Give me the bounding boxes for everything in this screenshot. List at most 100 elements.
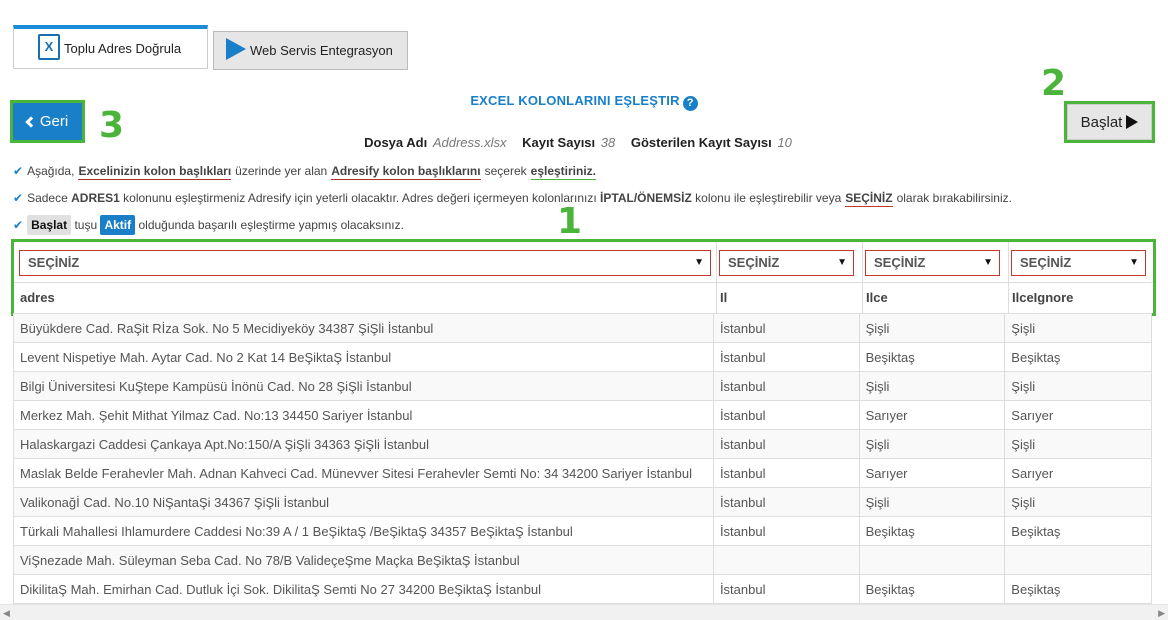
instruction-text: kolonunu eşleştirmeniz Adresify için yet… — [123, 191, 597, 205]
tab-label: Toplu Adres Doğrula — [64, 41, 182, 56]
table-cell: Şişli — [1004, 371, 1152, 401]
tab-web-service-integration[interactable]: Web Servis Entegrasyon — [213, 31, 408, 70]
table-cell: Şişli — [1004, 313, 1152, 343]
table-cell: İstanbul — [712, 342, 860, 372]
instruction-text: üzerinde yer alan — [235, 164, 328, 178]
table-row: Merkez Mah. Şehit Mithat Yilmaz Cad. No:… — [13, 400, 1152, 430]
table-cell: Beşiktaş — [858, 516, 1006, 546]
column-select-il[interactable]: SEÇİNİZ ▼ — [719, 250, 854, 276]
column-header-il: Il — [720, 290, 728, 305]
check-icon: ✔ — [13, 218, 24, 232]
table-cell: Halaskargazi Caddesi Çankaya Apt.No:150/… — [13, 429, 714, 459]
table-cell: Levent Nispetiye Mah. Aytar Cad. No 2 Ka… — [13, 342, 714, 372]
table-cell: Beşiktaş — [1004, 516, 1152, 546]
column-header-ilce: Ilce — [866, 290, 888, 305]
active-pill: Aktif — [100, 215, 136, 235]
instruction-highlight: Excelinizin kolon başlıkları — [78, 164, 232, 180]
column-select-ilce[interactable]: SEÇİNİZ ▼ — [865, 250, 1000, 276]
shown-count-label: Gösterilen Kayıt Sayısı — [630, 135, 772, 150]
check-icon: ✔ — [13, 191, 24, 205]
section-title: EXCEL KOLONLARINI EŞLEŞTIR? — [0, 93, 1168, 111]
table-cell: Beşiktaş — [858, 574, 1006, 604]
horizontal-scrollbar[interactable]: ◀ ▶ — [0, 604, 1168, 620]
instruction-text: kolonu ile eşleştirebilir veya — [695, 191, 842, 205]
table-row: Bilgi Üniversitesi KuŞtepe Kampüsü İnönü… — [13, 371, 1152, 401]
instruction-text: tuşu — [74, 218, 98, 232]
table-row: ViŞnezade Mah. Süleyman Seba Cad. No 78/… — [13, 545, 1152, 575]
preview-table: Büyükdere Cad. RaŞit Rİza Sok. No 5 Meci… — [13, 313, 1152, 604]
table-cell: İstanbul — [712, 429, 860, 459]
column-select-ilceignore[interactable]: SEÇİNİZ ▼ — [1011, 250, 1146, 276]
table-cell: ViŞnezade Mah. Süleyman Seba Cad. No 78/… — [13, 545, 714, 575]
table-cell: Bilgi Üniversitesi KuŞtepe Kampüsü İnönü… — [13, 371, 714, 401]
scroll-left-icon[interactable]: ◀ — [3, 608, 10, 619]
instruction-text: Sadece — [27, 191, 68, 205]
table-cell: Beşiktaş — [1004, 574, 1152, 604]
help-icon[interactable]: ? — [682, 96, 698, 111]
divider — [862, 242, 863, 313]
table-cell: Valikonağİ Cad. No.10 NiŞantaŞi 34367 Şi… — [13, 487, 714, 517]
table-cell: Şişli — [858, 429, 1006, 459]
table-cell: Şişli — [858, 487, 1006, 517]
start-button-label: Başlat — [1080, 113, 1123, 131]
caret-down-icon: ▼ — [837, 257, 847, 268]
callout-number-2: 2 — [1041, 63, 1067, 104]
instruction-bold: ADRES1 — [71, 191, 120, 205]
table-cell: İstanbul — [712, 371, 860, 401]
table-cell: Sarıyer — [858, 400, 1006, 430]
table-row: Büyükdere Cad. RaŞit Rİza Sok. No 5 Meci… — [13, 313, 1152, 343]
table-cell — [1004, 545, 1152, 575]
table-row: Levent Nispetiye Mah. Aytar Cad. No 2 Ka… — [13, 342, 1152, 372]
table-cell: Şişli — [1004, 487, 1152, 517]
divider — [14, 282, 1153, 283]
excel-file-icon: X — [38, 33, 60, 60]
table-row: Türkali Mahallesi Ihlamurdere Caddesi No… — [13, 516, 1152, 546]
instruction-text: olarak bırakabilirsiniz. — [896, 191, 1012, 205]
tab-label: Web Servis Entegrasyon — [250, 43, 393, 58]
caret-down-icon: ▼ — [983, 257, 993, 268]
table-cell: İstanbul — [712, 458, 860, 488]
table-row: Halaskargazi Caddesi Çankaya Apt.No:150/… — [13, 429, 1152, 459]
instruction-text: olduğunda başarılı eşleştirme yapmış ola… — [138, 218, 404, 232]
file-name-label: Dosya Adı — [364, 135, 428, 150]
tab-bulk-address-validate[interactable]: X Toplu Adres Doğrula — [13, 25, 208, 69]
table-cell: Sarıyer — [1004, 400, 1152, 430]
table-cell: Şişli — [1004, 429, 1152, 459]
table-row: DikilitaŞ Mah. Emirhan Cad. Dutluk İçi S… — [13, 574, 1152, 604]
record-count-value: 38 — [600, 135, 616, 150]
select-value: SEÇİNİZ — [1020, 255, 1072, 270]
instruction-bold: İPTAL/ÖNEMSİZ — [600, 191, 692, 205]
section-title-text: EXCEL KOLONLARINI EŞLEŞTIR — [470, 93, 680, 108]
table-cell: İstanbul — [712, 516, 860, 546]
table-row: Maslak Belde Ferahevler Mah. Adnan Kahve… — [13, 458, 1152, 488]
table-cell: Şişli — [858, 371, 1006, 401]
instruction-highlight: SEÇİNİZ — [845, 191, 893, 207]
divider — [1008, 242, 1009, 313]
instruction-line-1: ✔ Aşağıda, Excelinizin kolon başlıkları üze… — [13, 164, 600, 180]
divider — [716, 242, 717, 313]
table-cell: Maslak Belde Ferahevler Mah. Adnan Kahve… — [13, 458, 714, 488]
caret-down-icon: ▼ — [1129, 257, 1139, 268]
table-cell: İstanbul — [712, 487, 860, 517]
play-icon — [1126, 115, 1139, 129]
instruction-text: Aşağıda, — [27, 164, 75, 178]
column-select-adres[interactable]: SEÇİNİZ ▼ — [19, 250, 711, 276]
shown-count-value: 10 — [777, 135, 792, 150]
check-icon: ✔ — [13, 164, 24, 178]
caret-down-icon: ▼ — [694, 257, 704, 268]
select-value: SEÇİNİZ — [874, 255, 926, 270]
table-cell: Türkali Mahallesi Ihlamurdere Caddesi No… — [13, 516, 714, 546]
table-cell: Beşiktaş — [858, 342, 1006, 372]
play-icon — [226, 37, 246, 60]
table-cell: DikilitaŞ Mah. Emirhan Cad. Dutluk İçi S… — [13, 574, 714, 604]
table-cell: Merkez Mah. Şehit Mithat Yilmaz Cad. No:… — [13, 400, 714, 430]
instruction-line-3: ✔ Başlat tuşu Aktif olduğunda başarılı eş… — [13, 215, 404, 235]
column-header-ilceignore: IlceIgnore — [1012, 290, 1074, 305]
column-mapping-panel: SEÇİNİZ ▼ SEÇİNİZ ▼ SEÇİNİZ ▼ SEÇİNİZ ▼ adre… — [11, 239, 1156, 316]
scroll-right-icon[interactable]: ▶ — [1158, 608, 1165, 619]
record-count-label: Kayıt Sayısı — [522, 135, 596, 150]
table-cell: Sarıyer — [1004, 458, 1152, 488]
file-info: Dosya Adı Address.xlsx Kayıt Sayısı 38 G… — [0, 135, 1168, 150]
table-cell — [712, 545, 860, 575]
table-row: Valikonağİ Cad. No.10 NiŞantaŞi 34367 Şi… — [13, 487, 1152, 517]
